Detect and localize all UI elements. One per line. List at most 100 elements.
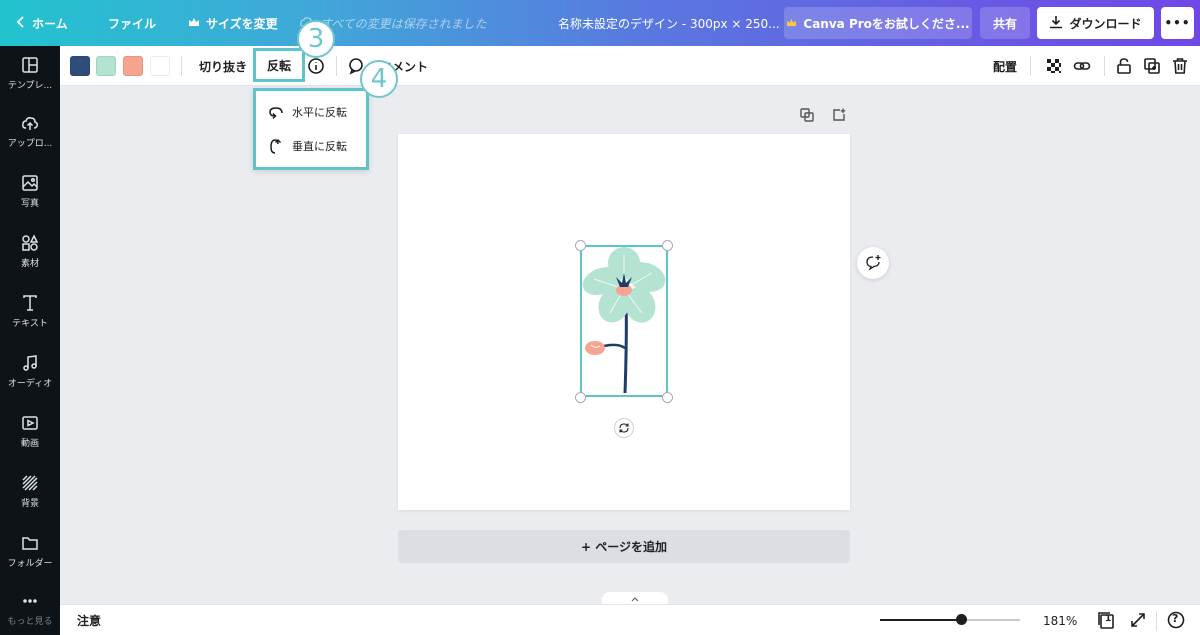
sidebar-item-text[interactable]: テキスト bbox=[0, 284, 60, 338]
sidebar-item-audio[interactable]: オーディオ bbox=[0, 344, 60, 398]
duplicate-icon[interactable] bbox=[1142, 56, 1162, 76]
chevron-left-icon bbox=[16, 15, 26, 32]
sidebar-item-label: テンプレ... bbox=[7, 80, 53, 91]
notes-button[interactable]: 注意 bbox=[77, 605, 101, 635]
page-count-icon[interactable]: 1 bbox=[1096, 610, 1116, 630]
sidebar-item-folders[interactable]: フォルダー bbox=[0, 524, 60, 578]
sidebar-item-templates[interactable]: テンプレ... bbox=[0, 46, 60, 100]
upload-icon bbox=[22, 116, 38, 130]
flip-button[interactable]: 反転 bbox=[253, 48, 305, 82]
lock-icon[interactable] bbox=[1114, 56, 1134, 76]
toolbar-divider bbox=[181, 56, 182, 76]
sidebar-item-video[interactable]: 動画 bbox=[0, 404, 60, 458]
rotate-handle[interactable] bbox=[614, 418, 634, 438]
sidebar-item-label: 素材 bbox=[20, 258, 39, 269]
color-swatch-salmon[interactable] bbox=[123, 56, 143, 76]
sidebar-item-label: アップロ... bbox=[7, 138, 53, 149]
design-title[interactable]: 名称未設定のデザイン - 300px × 250... bbox=[558, 0, 780, 46]
text-icon bbox=[23, 294, 37, 311]
more-options-button[interactable]: ••• bbox=[1161, 7, 1194, 39]
position-button[interactable]: 配置 bbox=[993, 46, 1017, 86]
fullscreen-icon[interactable] bbox=[1128, 610, 1148, 630]
sidebar-item-more[interactable]: もっと見る bbox=[0, 582, 60, 635]
color-swatch-white[interactable] bbox=[150, 56, 170, 76]
sidebar-item-label: 写真 bbox=[20, 198, 39, 209]
left-sidebar: テンプレ... アップロ... 写真 素材 テキスト オーディオ 動画 背景 フ… bbox=[0, 46, 60, 635]
download-button[interactable]: ダウンロード bbox=[1037, 7, 1154, 39]
toolbar-divider bbox=[1030, 56, 1031, 76]
resize-button[interactable]: サイズを変更 bbox=[188, 0, 278, 46]
share-button[interactable]: 共有 bbox=[980, 7, 1030, 39]
zoom-percent[interactable]: 181% bbox=[1043, 605, 1077, 635]
sidebar-item-label: オーディオ bbox=[7, 378, 53, 389]
page-count: 1 bbox=[1105, 614, 1112, 624]
more-dots-icon: ••• bbox=[1164, 16, 1191, 30]
resize-handle-top-right[interactable] bbox=[662, 240, 673, 251]
add-comment-button[interactable] bbox=[857, 247, 889, 279]
file-label: ファイル bbox=[108, 16, 157, 31]
try-pro-label: Canva Proをお試しくださ... bbox=[803, 16, 970, 31]
resize-handle-top-left[interactable] bbox=[575, 240, 586, 251]
download-icon bbox=[1049, 15, 1063, 32]
sidebar-item-uploads[interactable]: アップロ... bbox=[0, 104, 60, 158]
sidebar-item-photos[interactable]: 写真 bbox=[0, 164, 60, 218]
help-label: ? bbox=[1172, 612, 1179, 625]
home-button[interactable]: ホーム bbox=[16, 0, 68, 46]
zoom-slider-track[interactable] bbox=[880, 619, 1020, 621]
resize-handle-bottom-right[interactable] bbox=[662, 392, 673, 403]
home-label: ホーム bbox=[32, 16, 68, 31]
background-icon bbox=[22, 474, 38, 491]
toolbar-divider bbox=[1104, 56, 1105, 76]
flip-vertical-label: 垂直に反転 bbox=[292, 140, 347, 153]
annotation-badge-4: 4 bbox=[360, 60, 398, 98]
sidebar-item-background[interactable]: 背景 bbox=[0, 464, 60, 518]
flip-vertical-icon bbox=[270, 138, 282, 154]
audio-icon bbox=[23, 354, 37, 371]
sidebar-item-label: フォルダー bbox=[7, 558, 53, 569]
try-pro-button[interactable]: Canva Proをお試しくださ... bbox=[784, 7, 972, 39]
context-toolbar: 切り抜き コメント 配置 bbox=[60, 46, 1200, 86]
more-icon bbox=[23, 598, 37, 603]
sidebar-item-elements[interactable]: 素材 bbox=[0, 224, 60, 278]
chevron-up-icon bbox=[631, 597, 639, 602]
link-icon[interactable] bbox=[1072, 56, 1092, 76]
add-page-button[interactable]: + ページを追加 bbox=[398, 530, 850, 563]
transparency-icon[interactable] bbox=[1044, 56, 1064, 76]
zoom-slider-thumb[interactable] bbox=[956, 614, 967, 625]
folder-icon bbox=[22, 536, 38, 550]
flip-horizontal-label: 水平に反転 bbox=[292, 106, 347, 119]
elements-icon bbox=[22, 233, 39, 251]
template-icon bbox=[22, 56, 38, 73]
comment-plus-icon bbox=[866, 255, 881, 271]
bottom-bar: 注意 181% 1 ? bbox=[60, 604, 1200, 635]
annotation-badge-3: 3 bbox=[297, 20, 335, 58]
resize-handle-bottom-left[interactable] bbox=[575, 392, 586, 403]
crown-icon bbox=[786, 16, 797, 30]
sidebar-item-label: もっと見る bbox=[7, 616, 53, 627]
sidebar-item-label: 動画 bbox=[20, 438, 39, 449]
color-swatch-navy[interactable] bbox=[70, 56, 90, 76]
video-icon bbox=[22, 415, 38, 430]
crown-icon bbox=[188, 16, 200, 30]
design-title-text: 名称未設定のデザイン - 300px × 250... bbox=[558, 16, 780, 31]
flip-vertical-option[interactable]: 垂直に反転 bbox=[256, 129, 366, 163]
selection-box bbox=[580, 245, 668, 397]
flip-horizontal-option[interactable]: 水平に反転 bbox=[256, 95, 366, 129]
toolbar-divider bbox=[1156, 611, 1157, 631]
trash-icon[interactable] bbox=[1170, 56, 1190, 76]
flip-button-label: 反転 bbox=[266, 58, 291, 73]
rotate-icon bbox=[619, 423, 629, 433]
share-label: 共有 bbox=[992, 16, 1017, 31]
download-label: ダウンロード bbox=[1069, 16, 1142, 31]
sidebar-item-label: 背景 bbox=[20, 498, 39, 509]
help-button[interactable]: ? bbox=[1166, 610, 1186, 630]
file-menu-button[interactable]: ファイル bbox=[108, 0, 156, 46]
info-icon[interactable] bbox=[306, 56, 326, 76]
add-page-icon[interactable] bbox=[832, 108, 850, 126]
color-swatch-mint[interactable] bbox=[96, 56, 116, 76]
toolbar-divider bbox=[336, 56, 337, 76]
resize-label: サイズを変更 bbox=[206, 16, 278, 31]
crop-button[interactable]: 切り抜き bbox=[199, 46, 247, 86]
copy-page-icon[interactable] bbox=[800, 108, 818, 126]
save-status-text: すべての変更は保存されました bbox=[320, 16, 487, 31]
